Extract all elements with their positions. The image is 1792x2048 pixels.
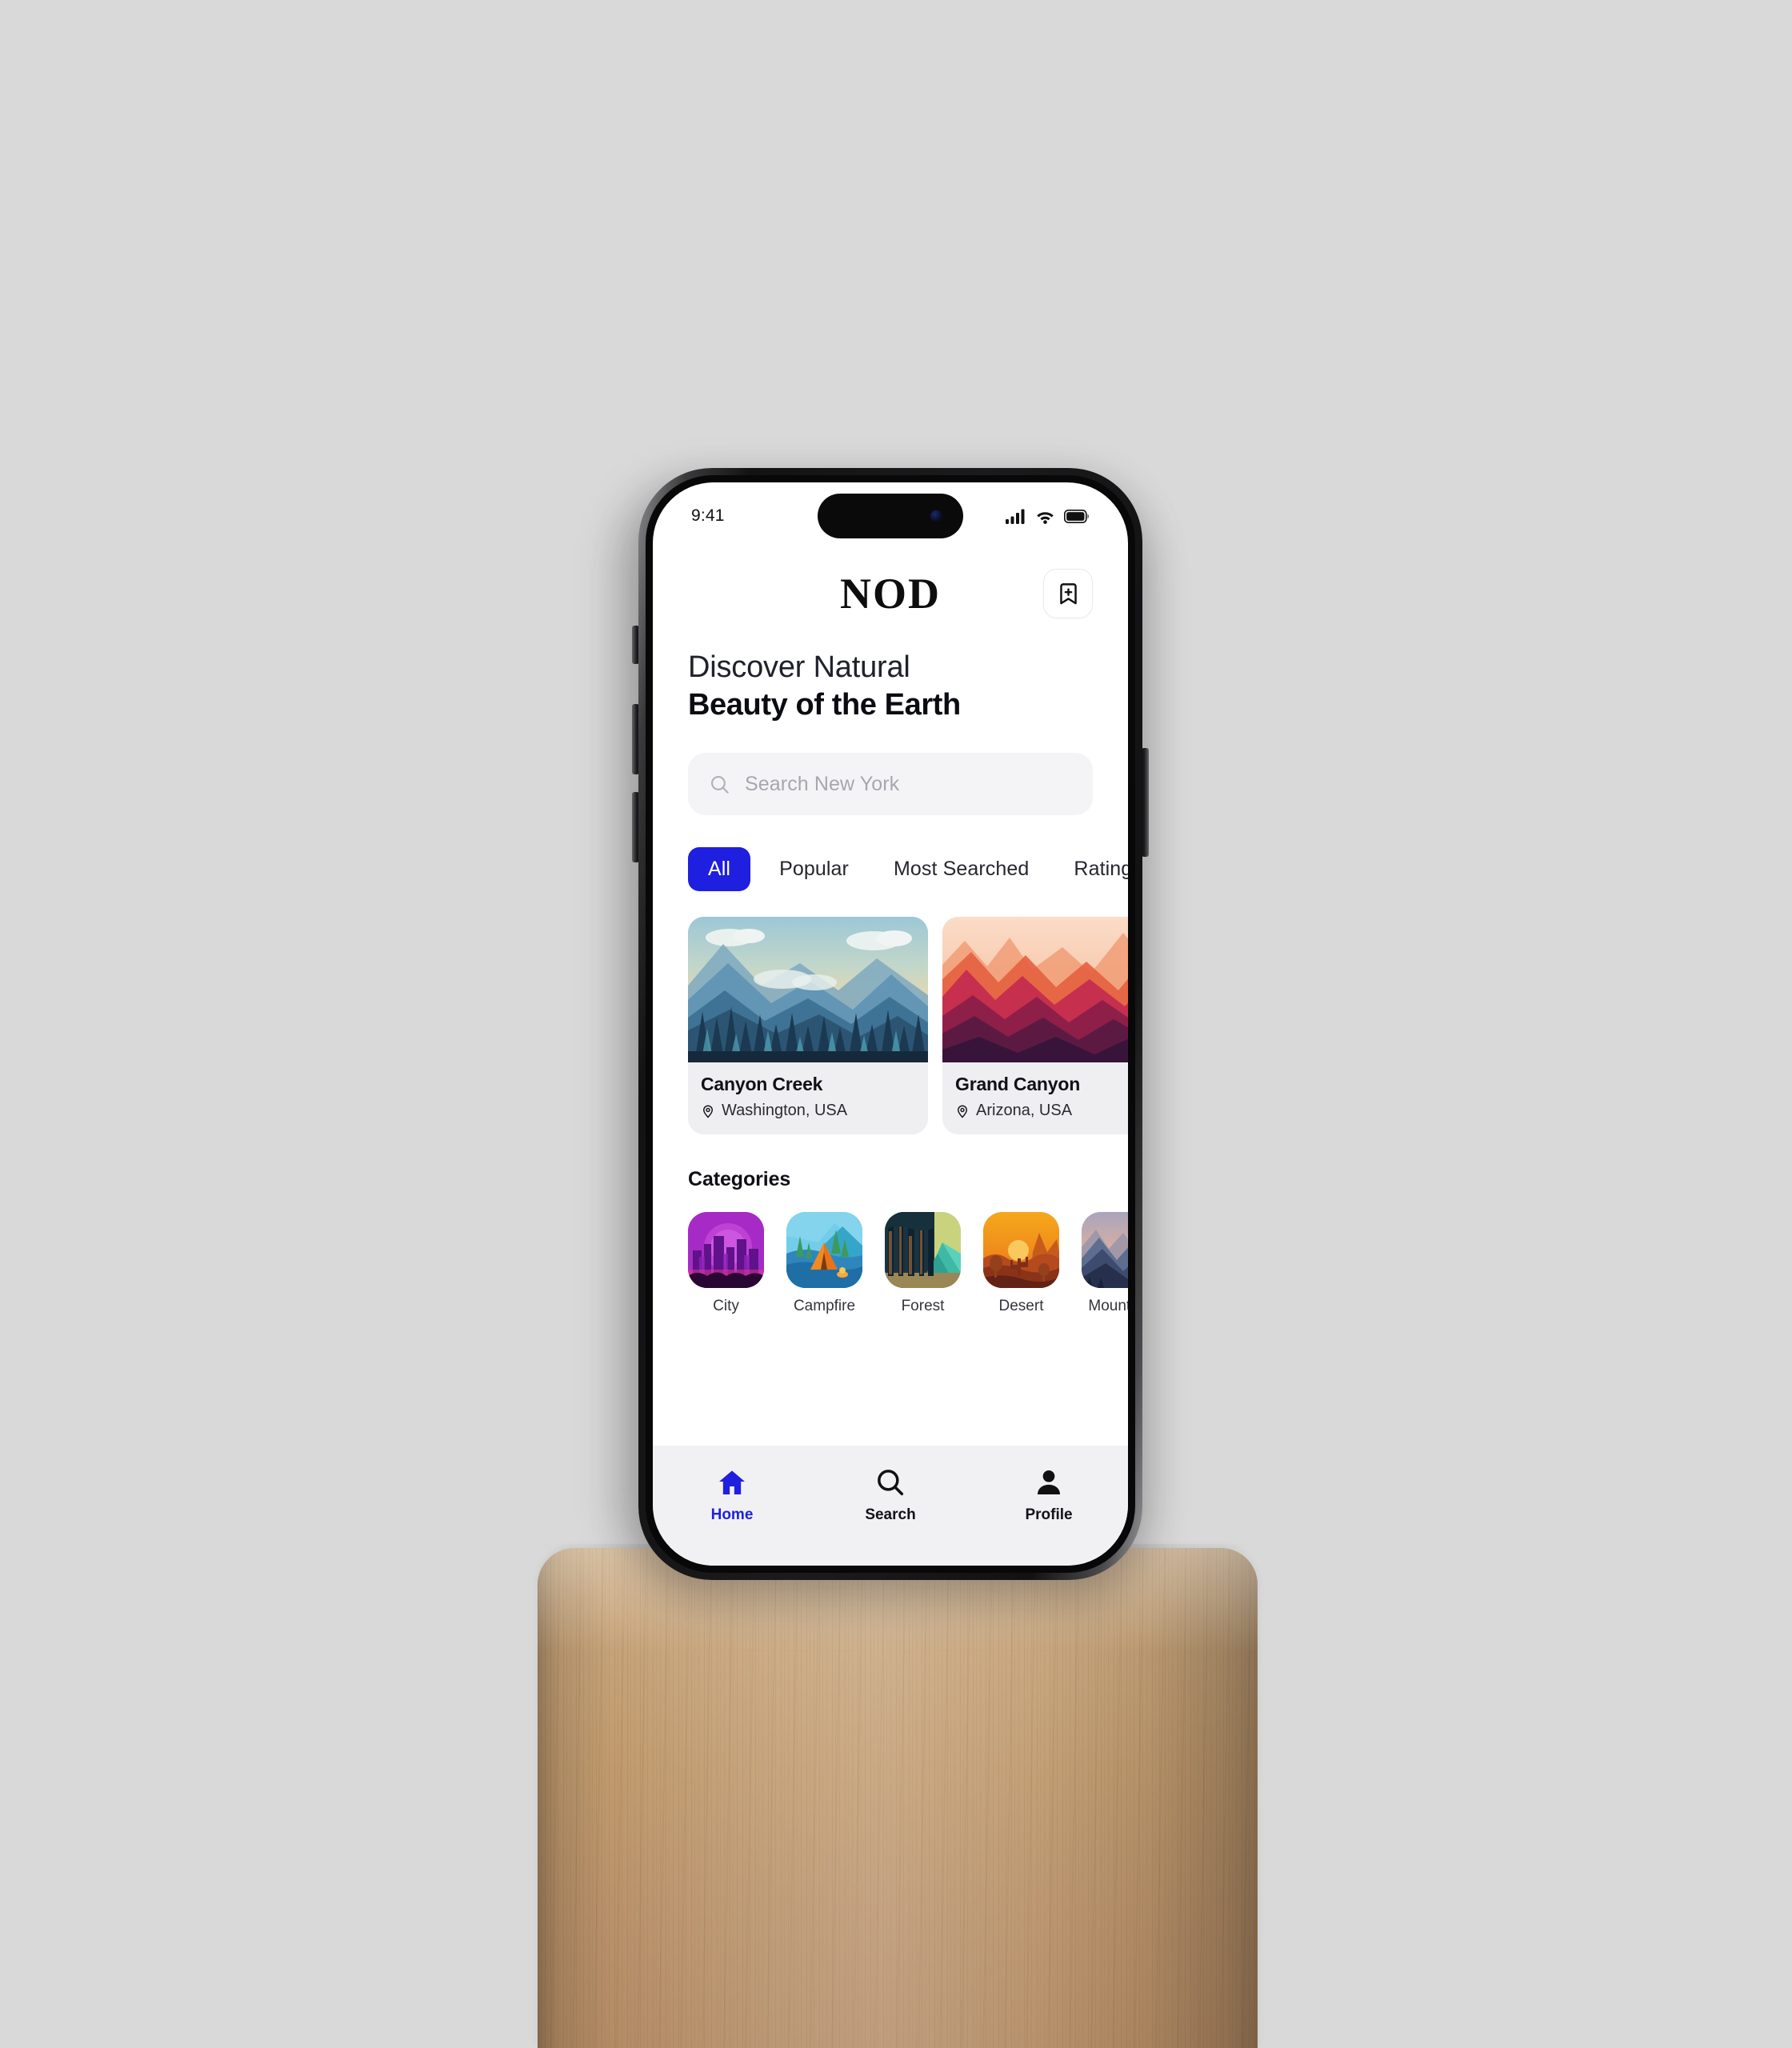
chip-all[interactable]: All <box>688 847 751 891</box>
wooden-pedestal <box>538 1548 1258 2048</box>
search-icon <box>878 1470 904 1496</box>
wifi-icon <box>1037 511 1054 524</box>
location-pin-icon <box>957 1105 968 1118</box>
tab-label: Profile <box>1025 1506 1073 1523</box>
category-label: Campfire <box>793 1298 856 1314</box>
app-logo: NOD <box>840 570 941 618</box>
category-label: Forest <box>901 1298 945 1314</box>
bottom-tab-bar: Home Search Profile <box>653 1446 1128 1566</box>
place-card[interactable]: Grand Canyon Arizona, USA <box>942 917 1128 1134</box>
location-pin-icon <box>702 1105 714 1118</box>
grand-canyon-artwork <box>942 917 1128 1062</box>
headline-line-2: Beauty of the Earth <box>688 688 961 722</box>
place-card-body: Grand Canyon Arizona, USA <box>942 1062 1128 1134</box>
category-item-city[interactable]: City <box>688 1212 764 1315</box>
place-card-body: Canyon Creek Washington, USA <box>688 1062 928 1134</box>
category-list: City Campfire Forest Desert Moun <box>653 1191 1128 1315</box>
search-input[interactable]: Search New York <box>745 773 899 796</box>
headline-line-1: Discover Natural <box>688 650 910 684</box>
place-card-list: Canyon Creek Washington, USA Grand Canyo… <box>653 891 1128 1134</box>
phone-screen: 9:41 NOD Discover Natural Beauty of the … <box>653 482 1128 1566</box>
cellular-signal-icon <box>1006 509 1025 524</box>
mountain-artwork <box>1082 1212 1128 1288</box>
person-icon <box>1038 1470 1060 1494</box>
status-bar: 9:41 <box>653 482 1128 542</box>
place-location: Arizona, USA <box>955 1102 1128 1120</box>
mockup-scene: 9:41 NOD Discover Natural Beauty of the … <box>0 0 1792 2048</box>
bookmark-plus-icon <box>1059 582 1077 604</box>
category-item-campfire[interactable]: Campfire <box>786 1212 862 1315</box>
category-label: City <box>713 1298 739 1314</box>
search-section: Search New York <box>653 722 1128 815</box>
category-icon-campfire <box>786 1212 862 1288</box>
tab-label: Search <box>865 1506 916 1523</box>
category-icon-mountain <box>1082 1212 1128 1288</box>
chip-most-searched[interactable]: Most Searched <box>878 847 1045 891</box>
place-location-text: Washington, USA <box>722 1102 848 1119</box>
category-icon-forest <box>885 1212 961 1288</box>
campfire-artwork <box>786 1212 862 1288</box>
phone-device: 9:41 NOD Discover Natural Beauty of the … <box>638 468 1142 1580</box>
tab-home[interactable]: Home <box>672 1466 792 1524</box>
filter-chips: All Popular Most Searched Rating <box>653 815 1128 891</box>
phone-bezel: 9:41 NOD Discover Natural Beauty of the … <box>646 475 1135 1573</box>
forest-artwork <box>885 1212 961 1288</box>
home-icon <box>719 1470 745 1494</box>
place-card[interactable]: Canyon Creek Washington, USA <box>688 917 928 1134</box>
place-image-canyon-creek <box>688 917 928 1062</box>
canyon-creek-artwork <box>688 917 928 1062</box>
dynamic-island <box>818 494 963 538</box>
category-item-desert[interactable]: Desert <box>983 1212 1059 1315</box>
front-camera-icon <box>930 510 942 522</box>
chip-rating[interactable]: Rating <box>1058 847 1128 891</box>
app-header: NOD <box>653 542 1128 626</box>
status-indicators <box>1006 509 1090 524</box>
category-item-mountain[interactable]: Mountain <box>1082 1212 1128 1315</box>
tab-search[interactable]: Search <box>830 1466 950 1524</box>
place-location: Washington, USA <box>701 1102 915 1120</box>
category-label: Mountain <box>1088 1298 1128 1314</box>
search-bar[interactable]: Search New York <box>688 753 1093 815</box>
desert-artwork <box>983 1212 1059 1288</box>
tab-label: Home <box>710 1506 754 1523</box>
category-label: Desert <box>998 1298 1044 1314</box>
bookmark-add-button[interactable] <box>1043 569 1093 618</box>
search-icon <box>710 775 729 794</box>
chip-popular[interactable]: Popular <box>763 847 865 891</box>
category-item-forest[interactable]: Forest <box>885 1212 961 1315</box>
categories-title: Categories <box>688 1168 791 1190</box>
power-button[interactable] <box>1142 748 1149 857</box>
status-time: 9:41 <box>691 506 725 525</box>
category-icon-desert <box>983 1212 1059 1288</box>
place-title: Grand Canyon <box>955 1074 1081 1094</box>
battery-full-icon <box>1064 509 1089 523</box>
page-headline: Discover Natural Beauty of the Earth <box>653 626 1128 722</box>
tab-profile[interactable]: Profile <box>989 1466 1109 1524</box>
place-image-grand-canyon <box>942 917 1128 1062</box>
place-title: Canyon Creek <box>701 1074 823 1094</box>
city-artwork <box>688 1212 764 1288</box>
category-icon-city <box>688 1212 764 1288</box>
place-location-text: Arizona, USA <box>976 1102 1073 1119</box>
